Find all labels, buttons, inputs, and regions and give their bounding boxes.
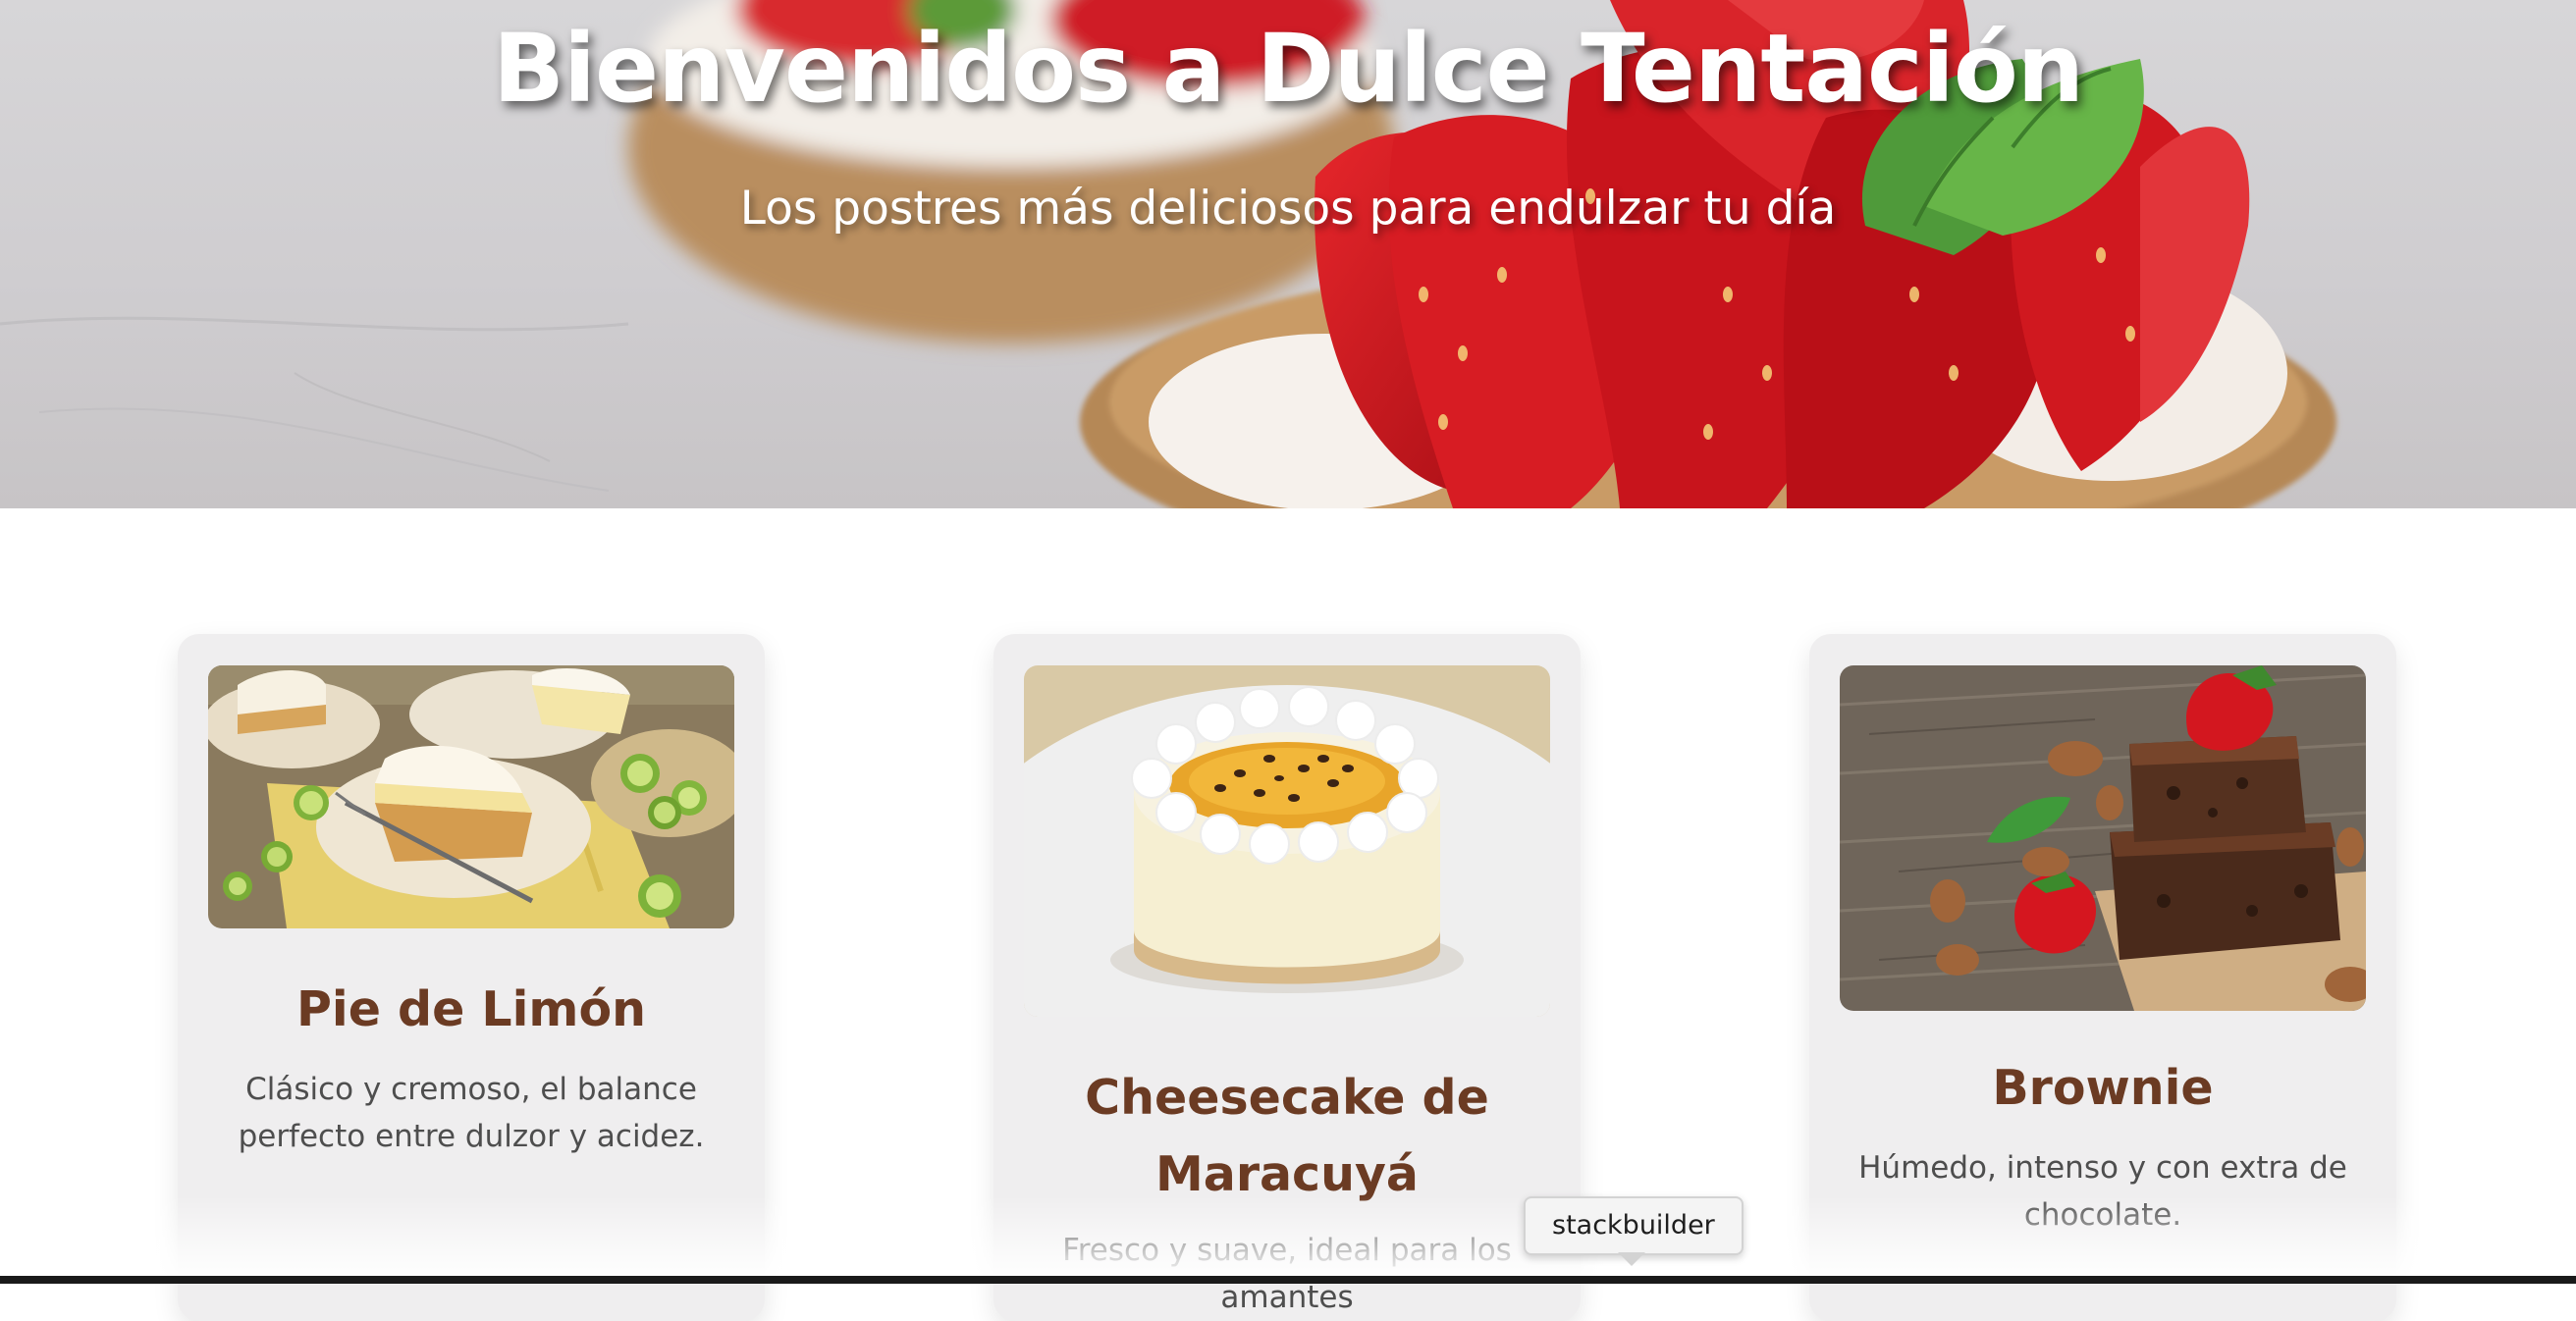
brownie-photo — [1840, 665, 2366, 1011]
card-description: Húmedo, intenso y con extra de chocolate… — [1858, 1150, 2347, 1233]
card-title: Brownie — [1992, 1060, 2214, 1116]
window-bottom-edge — [0, 1276, 2576, 1284]
hero-title: Bienvenidos a Dulce Tentación — [492, 14, 2084, 124]
card-title: Pie de Limón — [296, 981, 646, 1037]
tooltip-arrow-icon — [1618, 1252, 1645, 1266]
dessert-card-brownie[interactable]: Brownie Húmedo, intenso y con extra de c… — [1809, 634, 2396, 1321]
passion-fruit-cheesecake-photo — [1024, 665, 1550, 1017]
hero-banner: Bienvenidos a Dulce Tentación Los postre… — [0, 0, 2576, 508]
dessert-card-pie-de-limon[interactable]: Pie de Limón Clásico y cremoso, el balan… — [178, 634, 765, 1321]
card-title: Cheesecake de Maracuyá — [1085, 1070, 1489, 1202]
dessert-card-cheesecake-de-maracuya[interactable]: Cheesecake de Maracuyá Fresco y suave, i… — [993, 634, 1581, 1321]
card-description: Fresco y suave, ideal para los amantes — [1062, 1233, 1512, 1315]
tooltip: stackbuilder — [1524, 1196, 1744, 1255]
hero-subtitle: Los postres más deliciosos para endulzar… — [739, 182, 1837, 236]
lemon-pie-photo — [208, 665, 734, 928]
card-description: Clásico y cremoso, el balance perfecto e… — [238, 1072, 705, 1154]
